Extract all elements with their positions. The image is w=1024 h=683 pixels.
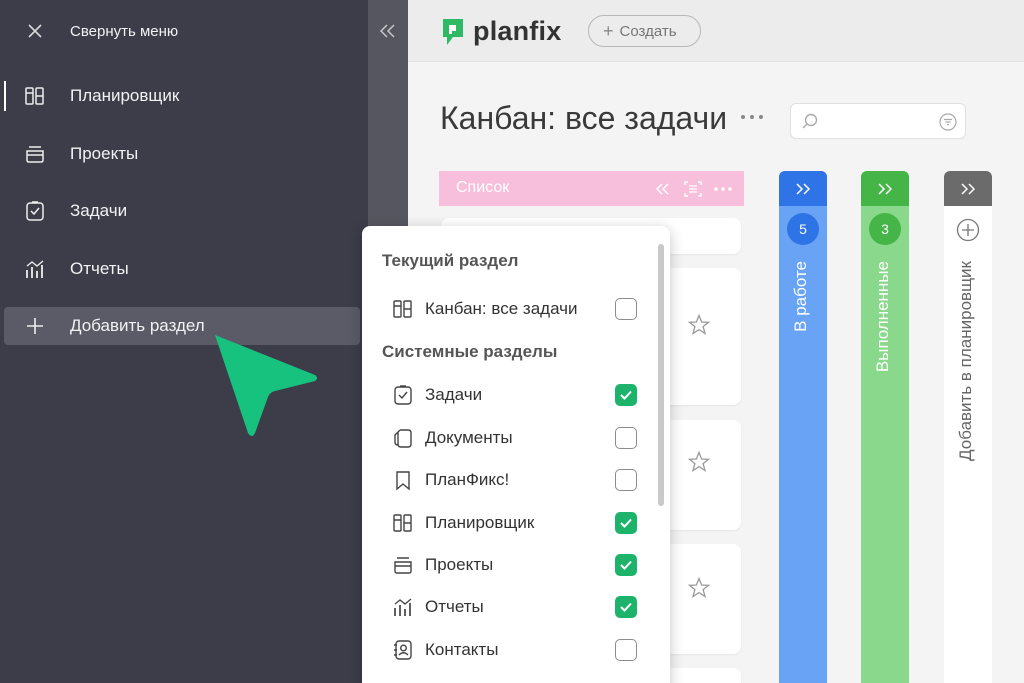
dropdown-item-label: Документы (425, 428, 513, 447)
star-icon[interactable] (687, 313, 711, 337)
dropdown-item-tasks[interactable]: Задачи (362, 377, 662, 413)
double-chevron-right-icon (796, 183, 811, 195)
checkbox[interactable] (615, 469, 637, 491)
create-button-label: Создать (619, 22, 677, 40)
dropdown-item-documents[interactable]: Документы (362, 420, 662, 456)
contacts-icon (394, 640, 412, 660)
column-label: В работе (791, 261, 810, 332)
list-column-name: Список (456, 179, 510, 196)
dropdown-item-planner[interactable]: Планировщик (362, 505, 662, 541)
checkbox[interactable] (615, 639, 637, 661)
dropdown-item-kanban[interactable]: Канбан: все задачи (362, 291, 662, 327)
count-badge: 5 (787, 213, 819, 245)
sidebar-item-planner[interactable]: Планировщик (0, 77, 368, 115)
dropdown-item-projects[interactable]: Проекты (362, 547, 662, 583)
dropdown-item-contacts[interactable]: Контакты (362, 632, 662, 668)
add-circle-icon[interactable] (956, 218, 980, 242)
logo-text: planfix (473, 16, 562, 46)
checkbox-checked[interactable] (615, 384, 637, 406)
sidebar-item-label: Проекты (70, 144, 139, 163)
reports-icon (26, 260, 44, 278)
add-section-dropdown: Текущий раздел Канбан: все задачи Систем… (362, 226, 670, 683)
dropdown-item-label: Канбан: все задачи (425, 299, 578, 318)
sidebar-item-projects[interactable]: Проекты (0, 135, 368, 173)
add-section-label: Добавить раздел (70, 316, 205, 335)
filter-icon[interactable] (939, 113, 957, 131)
column-label: Выполненные (873, 261, 892, 373)
status-column-in-progress[interactable]: 5 В работе (779, 171, 827, 683)
expand-column-button[interactable] (861, 171, 909, 206)
page-title: Канбан: все задачи (440, 100, 728, 136)
bookmark-icon (396, 471, 410, 491)
logo[interactable]: planfix (441, 16, 561, 47)
sidebar-item-label: Планировщик (70, 86, 180, 105)
status-column-add-planner[interactable]: Добавить в планировщик (944, 171, 992, 683)
search-input[interactable] (790, 103, 966, 139)
more-icon[interactable] (713, 180, 733, 198)
close-icon (28, 24, 42, 38)
dropdown-item-label: Проекты (425, 555, 494, 574)
tasks-icon (394, 385, 412, 405)
current-section-header: Текущий раздел (382, 251, 519, 270)
collapse-column-icon[interactable] (653, 180, 673, 198)
checkbox-checked[interactable] (615, 554, 637, 576)
sidebar-item-reports[interactable]: Отчеты (0, 250, 368, 288)
reports-icon (394, 598, 412, 616)
dropdown-item-label: Задачи (425, 385, 483, 404)
projects-icon (394, 557, 412, 574)
list-column-header: Список (439, 171, 744, 206)
dropdown-item-label: Планировщик (425, 513, 535, 532)
planner-icon (393, 300, 412, 318)
search-icon (802, 113, 818, 129)
plus-icon: + (603, 20, 614, 41)
expand-column-button[interactable] (944, 171, 992, 206)
column-label: Добавить в планировщик (956, 261, 975, 461)
dropdown-item-reports[interactable]: Отчеты (362, 589, 662, 625)
dropdown-item-label: Отчеты (425, 597, 484, 616)
checkbox[interactable] (615, 298, 637, 320)
dropdown-item-label: Контакты (425, 640, 499, 659)
planner-icon (25, 87, 44, 105)
star-icon[interactable] (687, 576, 711, 600)
collapse-menu-label: Свернуть меню (70, 22, 179, 40)
top-header: planfix + Создать (408, 0, 1024, 62)
planfix-logo-icon (443, 18, 463, 45)
documents-icon (394, 429, 412, 448)
select-icon[interactable] (683, 180, 703, 198)
checkbox[interactable] (615, 427, 637, 449)
collapse-menu-button[interactable]: Свернуть меню (0, 12, 368, 50)
expand-column-button[interactable] (779, 171, 827, 206)
checkbox-checked[interactable] (615, 596, 637, 618)
sidebar-item-tasks[interactable]: Задачи (0, 192, 368, 230)
dropdown-item-label: ПланФикс! (425, 470, 510, 489)
double-chevron-left-icon (379, 24, 395, 38)
more-icon[interactable] (740, 112, 764, 122)
checkbox-checked[interactable] (615, 512, 637, 534)
star-icon[interactable] (687, 450, 711, 474)
sidebar-item-label: Задачи (70, 201, 128, 220)
create-button[interactable]: + Создать (588, 15, 701, 47)
plus-icon (27, 318, 43, 334)
sidebar-item-label: Отчеты (70, 259, 129, 278)
double-chevron-right-icon (961, 183, 976, 195)
cursor-pointer-icon (215, 335, 317, 436)
tasks-icon (26, 201, 44, 221)
status-column-done[interactable]: 3 Выполненные (861, 171, 909, 683)
planner-icon (393, 514, 412, 532)
double-chevron-right-icon (878, 183, 893, 195)
system-sections-header: Системные разделы (382, 342, 558, 361)
count-badge: 3 (869, 213, 901, 245)
projects-icon (26, 146, 44, 163)
dropdown-item-planfix[interactable]: ПланФикс! (362, 462, 662, 498)
